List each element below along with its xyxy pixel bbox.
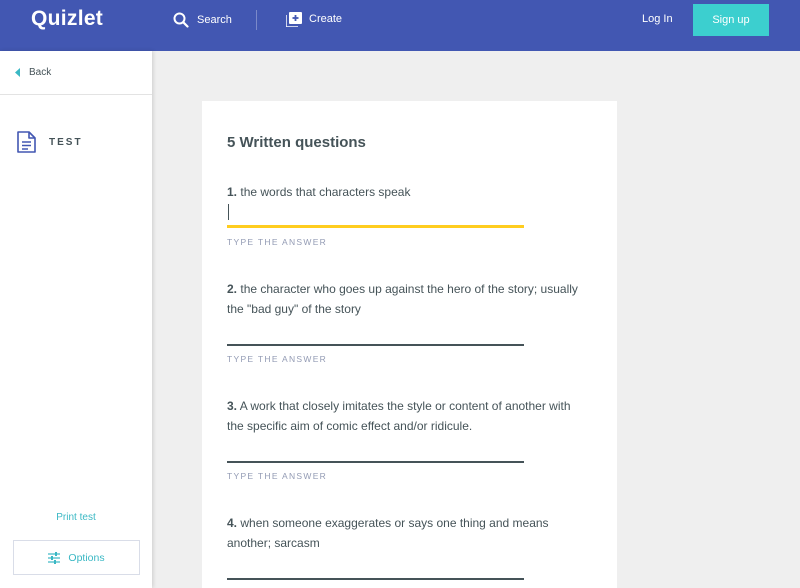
answer-input[interactable] <box>227 441 524 463</box>
page-title: 5 Written questions <box>227 134 366 151</box>
back-caret-icon <box>15 68 20 77</box>
sidebar-item-test[interactable]: TEST <box>17 131 83 153</box>
sidebar: Back TEST Print test Options <box>0 51 152 588</box>
question-text: when someone exaggerates or says one thi… <box>227 516 549 550</box>
search-label: Search <box>197 14 232 26</box>
test-card: 5 Written questions 1. the words that ch… <box>202 101 617 588</box>
question-number: 4. <box>227 516 238 530</box>
question-prompt: 1. the words that characters speak <box>227 182 587 202</box>
print-test-link[interactable]: Print test <box>0 512 152 523</box>
question-text: the words that characters speak <box>240 185 411 199</box>
sidebar-item-label: TEST <box>49 136 83 148</box>
question-number: 2. <box>227 282 238 296</box>
options-button[interactable]: Options <box>13 540 140 575</box>
options-label: Options <box>68 551 105 564</box>
answer-input[interactable] <box>227 558 524 580</box>
question-number: 1. <box>227 185 238 199</box>
back-label: Back <box>29 67 52 78</box>
document-icon <box>17 131 36 153</box>
question-prompt: 3. A work that closely imitates the styl… <box>227 396 587 436</box>
answer-hint: TYPE THE ANSWER <box>227 354 328 364</box>
search-icon <box>173 12 189 28</box>
create-label: Create <box>309 13 343 25</box>
login-link[interactable]: Log In <box>642 13 673 25</box>
top-navbar: Quizlet Search Create Log In Sign up <box>0 0 800 51</box>
search-button[interactable]: Search <box>173 10 232 30</box>
answer-hint: TYPE THE ANSWER <box>227 237 328 247</box>
text-cursor <box>228 204 229 220</box>
create-button[interactable]: Create <box>286 10 342 28</box>
signup-button[interactable]: Sign up <box>693 4 769 36</box>
sliders-icon <box>48 551 61 564</box>
quizlet-logo[interactable]: Quizlet <box>31 7 103 31</box>
answer-hint: TYPE THE ANSWER <box>227 471 328 481</box>
question-text: A work that closely imitates the style o… <box>227 399 571 433</box>
back-button[interactable]: Back <box>0 51 152 95</box>
question-prompt: 4. when someone exaggerates or says one … <box>227 513 587 553</box>
question-prompt: 2. the character who goes up against the… <box>227 279 587 319</box>
answer-input[interactable] <box>227 324 524 346</box>
answer-input[interactable] <box>227 206 524 228</box>
nav-divider <box>256 10 257 30</box>
create-plus-icon <box>286 11 302 27</box>
question-text: the character who goes up against the he… <box>227 282 578 316</box>
question-number: 3. <box>227 399 238 413</box>
